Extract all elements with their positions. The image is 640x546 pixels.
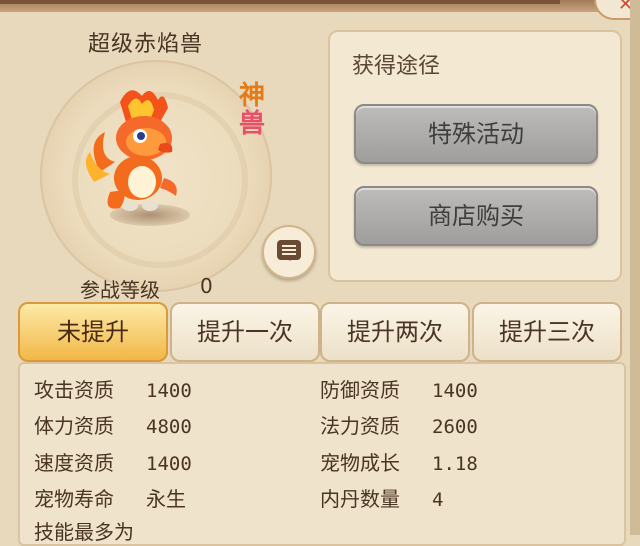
pet-image	[85, 90, 177, 211]
battle-level-label: 参战等级	[80, 278, 160, 302]
stat-mana: 法力资质 2600	[320, 414, 478, 438]
tab-not-upgraded[interactable]: 未提升	[18, 302, 168, 362]
stat-speed: 速度资质 1400	[34, 451, 192, 475]
chat-button[interactable]	[262, 225, 316, 279]
stat-attack: 攻击资质 1400	[34, 378, 192, 402]
tab-upgrade-thrice[interactable]: 提升三次	[472, 302, 622, 362]
pet-display-panel: 超级赤焰兽 神 兽 参战等级 0	[0, 12, 322, 302]
battle-level-value: 0	[200, 274, 213, 298]
acquire-title: 获得途径	[352, 54, 441, 79]
acquire-panel: 获得途径 特殊活动 商店购买	[328, 30, 622, 282]
stats-panel: 攻击资质 1400 防御资质 1400 体力资质 4800 法力资质 2600 速度资质…	[18, 362, 626, 546]
chat-icon	[277, 240, 301, 261]
skill-line: 技能最多为	[34, 520, 134, 544]
tab-upgrade-once[interactable]: 提升一次	[170, 302, 320, 362]
stat-stamina: 体力资质 4800	[34, 414, 192, 438]
tab-upgrade-twice[interactable]: 提升两次	[320, 302, 470, 362]
stat-lifespan: 宠物寿命 永生	[34, 487, 186, 511]
divine-beast-tag: 神 兽	[238, 81, 265, 139]
shop-buy-button[interactable]: 商店购买	[354, 186, 598, 246]
stat-defense: 防御资质 1400	[320, 378, 478, 402]
stat-inner-core: 内丹数量 4	[320, 487, 444, 511]
window-top-border	[0, 0, 640, 12]
window-right-border	[630, 0, 640, 535]
stat-growth: 宠物成长 1.18	[320, 451, 478, 475]
pet-name: 超级赤焰兽	[88, 32, 204, 57]
special-event-button[interactable]: 特殊活动	[354, 104, 598, 164]
